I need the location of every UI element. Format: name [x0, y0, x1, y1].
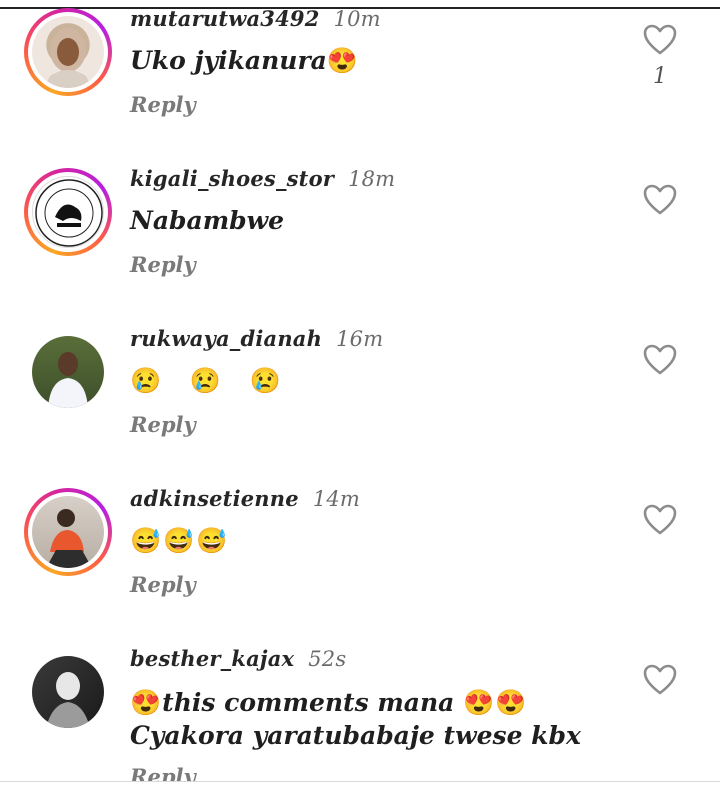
comment-text: 😢 😢 😢 [130, 364, 600, 397]
heart-outline-icon[interactable] [642, 344, 678, 376]
reply-button[interactable]: Reply [130, 764, 196, 781]
heart-outline-icon[interactable] [642, 664, 678, 696]
avatar [32, 656, 104, 728]
heart-eyes-emoji: 😍 [326, 46, 359, 75]
comment-item: rukwaya_dianah 16m 😢 😢 😢 Reply [0, 320, 720, 480]
avatar [32, 336, 104, 408]
comment-username[interactable]: besther_kajax 52s [130, 646, 346, 671]
avatar-container[interactable] [24, 648, 112, 736]
heart-outline-icon[interactable] [642, 504, 678, 536]
comment-timestamp: 18m [348, 167, 396, 191]
heart-eyes-emoji: 😍😍 [463, 688, 528, 717]
reply-button[interactable]: Reply [130, 252, 196, 277]
comment-username[interactable]: rukwaya_dianah 16m [130, 326, 383, 351]
comment-text: Uko jyikanura😍 [130, 46, 359, 75]
reply-button[interactable]: Reply [130, 572, 196, 597]
shop-logo-icon [35, 179, 103, 247]
comment-username[interactable]: kigali_shoes_stor 18m [130, 166, 395, 191]
reply-button[interactable]: Reply [130, 92, 196, 117]
comment-username[interactable]: adkinsetienne 14m [130, 486, 360, 511]
sweat-smile-emoji: 😅😅😅 [130, 526, 230, 555]
avatar-container[interactable] [24, 328, 112, 416]
comment-timestamp: 10m [333, 7, 381, 31]
comment-text: Nabambwe [130, 206, 285, 235]
comment-timestamp: 52s [308, 647, 347, 671]
comment-timestamp: 14m [312, 487, 361, 511]
crying-emoji: 😢 😢 😢 [130, 366, 291, 395]
avatar-story-ring[interactable] [24, 8, 112, 96]
heart-eyes-emoji: 😍 [130, 688, 163, 717]
avatar-story-ring[interactable] [24, 488, 112, 576]
heart-outline-icon[interactable] [642, 24, 678, 56]
avatar [32, 176, 104, 248]
comment-item: kigali_shoes_stor 18m Nabambwe Reply [0, 160, 720, 320]
comment-text: 😍this comments mana 😍😍Cyakora yaratubaba… [130, 688, 581, 750]
comment-item: adkinsetienne 14m 😅😅😅 Reply [0, 480, 720, 640]
comment-username[interactable]: mutarutwa3492 10m [130, 6, 381, 31]
like-count: 1 [653, 64, 667, 89]
comment-timestamp: 16m [336, 327, 384, 351]
avatar [32, 16, 104, 88]
bottom-divider [0, 781, 720, 782]
comment-item: mutarutwa3492 10m Uko jyikanura😍 Reply 1 [0, 0, 720, 160]
heart-outline-icon[interactable] [642, 184, 678, 216]
reply-button[interactable]: Reply [130, 412, 196, 437]
comment-item: besther_kajax 52s 😍this comments mana 😍😍C… [0, 640, 720, 781]
avatar [32, 496, 104, 568]
comment-text: 😅😅😅 [130, 524, 600, 557]
avatar-story-ring[interactable] [24, 168, 112, 256]
